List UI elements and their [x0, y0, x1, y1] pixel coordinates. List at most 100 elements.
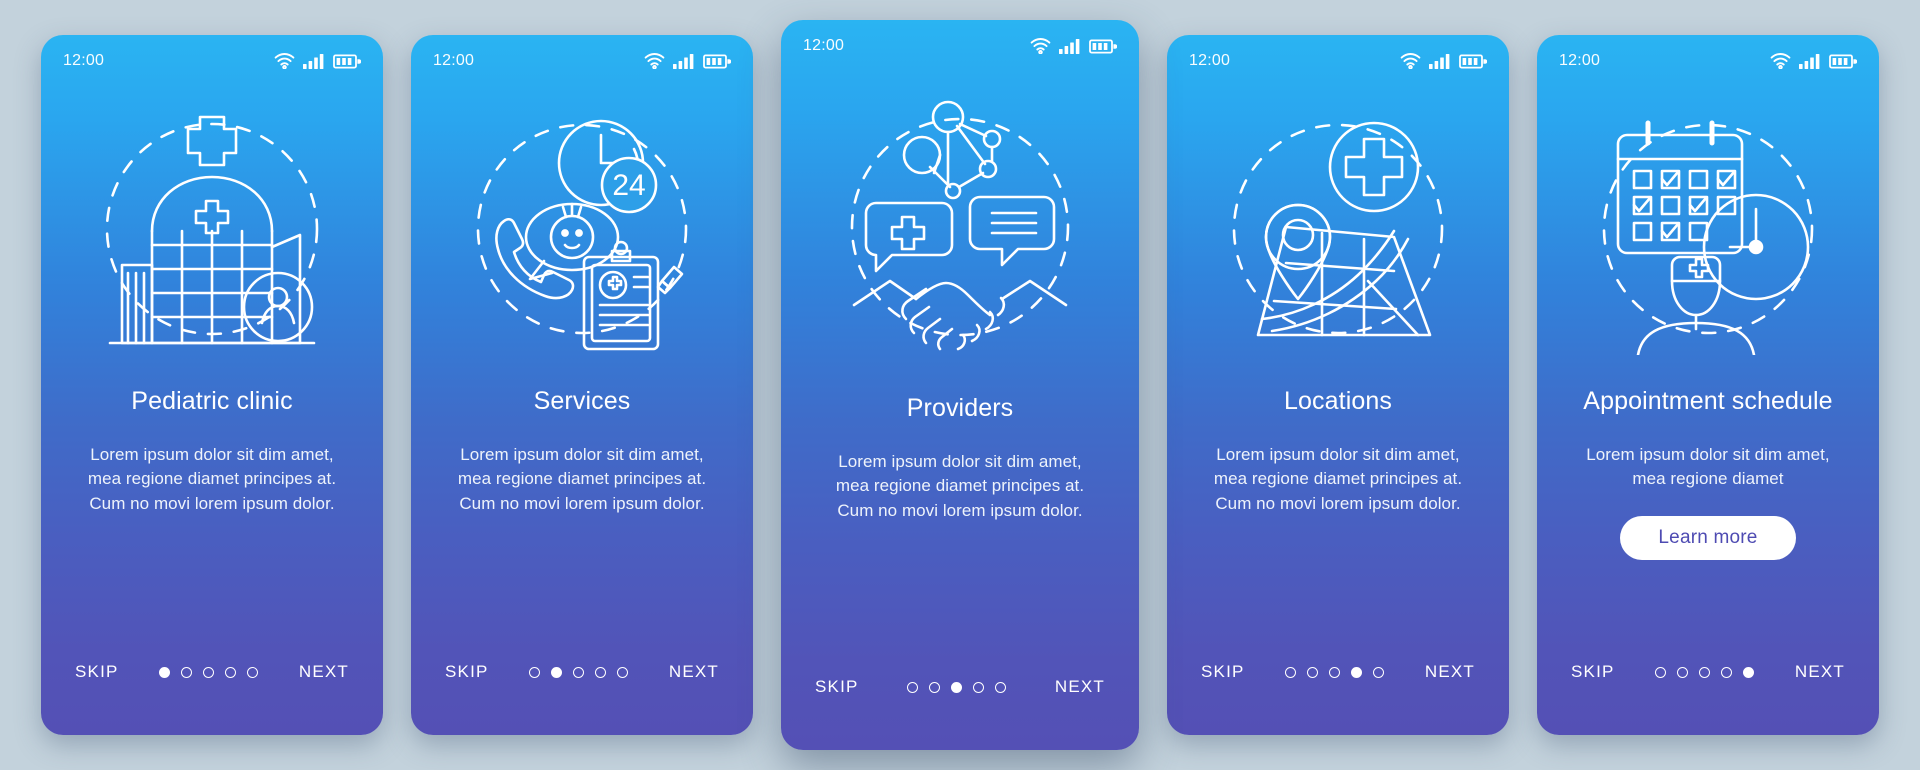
battery-icon [1829, 54, 1857, 69]
screen-navigation: SKIP NEXT [41, 631, 383, 735]
screen-description: Lorem ipsum dolor sit dim amet, mea regi… [1586, 444, 1830, 489]
status-bar: 12:00 [781, 20, 1139, 72]
wifi-icon [1400, 53, 1421, 69]
next-button[interactable]: NEXT [1793, 656, 1847, 688]
screen-title: Services [533, 387, 631, 415]
skip-button[interactable]: SKIP [73, 656, 121, 688]
battery-icon [333, 54, 361, 69]
onboarding-screens-deck: 12:00 Pediatric clinic Lorem ipsum dolor… [0, 0, 1920, 770]
pagination-dot-3[interactable] [1699, 666, 1711, 678]
status-bar: 12:00 [41, 35, 383, 87]
pagination-dot-5[interactable] [617, 666, 629, 678]
pagination-dot-5[interactable] [1373, 666, 1385, 678]
wifi-icon [644, 53, 665, 69]
status-bar: 12:00 [1537, 35, 1879, 87]
screen-copy: Services Lorem ipsum dolor sit dim amet,… [411, 369, 753, 631]
next-button[interactable]: NEXT [1423, 656, 1477, 688]
pagination-dots [1655, 666, 1755, 678]
pagination-dot-1[interactable] [1655, 666, 1667, 678]
screen-copy: Pediatric clinic Lorem ipsum dolor sit d… [41, 369, 383, 631]
skip-button[interactable]: SKIP [1199, 656, 1247, 688]
onboarding-screen-services: 12:00 24 Services Lorem ipsum dolor sit … [411, 35, 753, 735]
status-time: 12:00 [1189, 52, 1231, 69]
status-bar: 12:00 [1167, 35, 1509, 87]
pagination-dot-5[interactable] [995, 681, 1007, 693]
status-time: 12:00 [433, 52, 475, 69]
skip-button[interactable]: SKIP [813, 671, 861, 703]
cellular-signal-icon [1799, 53, 1821, 69]
pagination-dot-5[interactable] [1743, 666, 1755, 678]
illustration: 24 [411, 87, 753, 369]
onboarding-screen-locations: 12:00 Locations Lorem ipsum dolor sit di… [1167, 35, 1509, 735]
map-pin-clinic-icon [1232, 121, 1444, 337]
status-time: 12:00 [63, 52, 105, 69]
learn-more-button[interactable]: Learn more [1620, 516, 1796, 561]
cellular-signal-icon [673, 53, 695, 69]
screen-navigation: SKIP NEXT [411, 631, 753, 735]
illustration [1167, 87, 1509, 369]
wifi-icon [1030, 38, 1051, 54]
pagination-dot-3[interactable] [1329, 666, 1341, 678]
screen-title: Pediatric clinic [131, 387, 293, 415]
pagination-dot-3[interactable] [573, 666, 585, 678]
cellular-signal-icon [1059, 38, 1081, 54]
handshake-network-icon [850, 100, 1070, 351]
pagination-dot-1[interactable] [1285, 666, 1297, 678]
illustration [781, 72, 1139, 372]
wifi-icon [274, 53, 295, 69]
calendar-clock-doctor-icon [1602, 120, 1814, 355]
status-icons [1770, 53, 1857, 69]
pagination-dot-4[interactable] [1351, 666, 1363, 678]
cellular-signal-icon [1429, 53, 1451, 69]
illustration [1537, 87, 1879, 369]
status-icons [1400, 53, 1487, 69]
pagination-dot-1[interactable] [529, 666, 541, 678]
screen-description: Lorem ipsum dolor sit dim amet, mea regi… [457, 444, 707, 514]
illustration [41, 87, 383, 369]
screen-copy: Appointment schedule Lorem ipsum dolor s… [1537, 369, 1879, 631]
screen-title: Providers [906, 394, 1014, 422]
onboarding-screen-pediatric-clinic: 12:00 Pediatric clinic Lorem ipsum dolor… [41, 35, 383, 735]
screen-description: Lorem ipsum dolor sit dim amet, mea regi… [1213, 444, 1463, 514]
pagination-dot-4[interactable] [595, 666, 607, 678]
pagination-dot-2[interactable] [929, 681, 941, 693]
hospital-building-icon [105, 115, 319, 345]
screen-description: Lorem ipsum dolor sit dim amet, mea regi… [87, 444, 337, 514]
screen-copy: Providers Lorem ipsum dolor sit dim amet… [781, 372, 1139, 646]
status-time: 12:00 [1559, 52, 1601, 69]
screen-copy: Locations Lorem ipsum dolor sit dim amet… [1167, 369, 1509, 631]
pagination-dot-1[interactable] [159, 666, 171, 678]
pagination-dot-2[interactable] [1307, 666, 1319, 678]
status-time: 12:00 [803, 37, 845, 54]
pagination-dots [159, 666, 259, 678]
onboarding-screen-appointment-schedule: 12:00 Appointment schedule Lorem ipsum d… [1537, 35, 1879, 735]
screen-navigation: SKIP NEXT [781, 646, 1139, 750]
status-bar: 12:00 [411, 35, 753, 87]
pagination-dot-3[interactable] [203, 666, 215, 678]
next-button[interactable]: NEXT [297, 656, 351, 688]
pagination-dot-2[interactable] [551, 666, 563, 678]
cellular-signal-icon [303, 53, 325, 69]
pagination-dots [529, 666, 629, 678]
wifi-icon [1770, 53, 1791, 69]
pagination-dot-2[interactable] [1677, 666, 1689, 678]
pagination-dot-4[interactable] [1721, 666, 1733, 678]
battery-icon [1459, 54, 1487, 69]
skip-button[interactable]: SKIP [443, 656, 491, 688]
status-icons [274, 53, 361, 69]
pagination-dot-5[interactable] [247, 666, 259, 678]
phone-support-24h-icon: 24 [476, 119, 688, 351]
screen-description: Lorem ipsum dolor sit dim amet, mea regi… [835, 451, 1085, 521]
pagination-dot-3[interactable] [951, 681, 963, 693]
pagination-dots [1285, 666, 1385, 678]
skip-button[interactable]: SKIP [1569, 656, 1617, 688]
pagination-dot-1[interactable] [907, 681, 919, 693]
next-button[interactable]: NEXT [1053, 671, 1107, 703]
pagination-dot-4[interactable] [973, 681, 985, 693]
status-icons [1030, 38, 1117, 54]
next-button[interactable]: NEXT [667, 656, 721, 688]
pagination-dot-2[interactable] [181, 666, 193, 678]
battery-icon [1089, 39, 1117, 54]
battery-icon [703, 54, 731, 69]
pagination-dot-4[interactable] [225, 666, 237, 678]
